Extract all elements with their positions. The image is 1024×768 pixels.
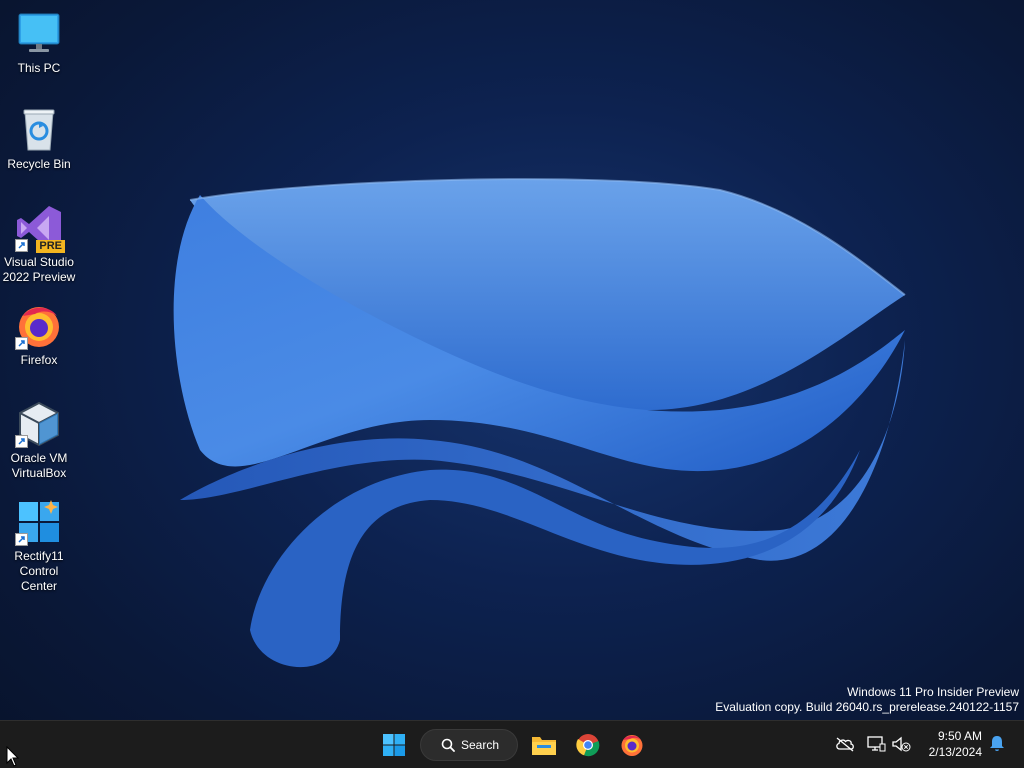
taskbar-clock[interactable]: 9:50 AM 2/13/2024	[929, 728, 982, 760]
tray-network[interactable]	[865, 733, 887, 755]
network-icon	[867, 736, 886, 752]
shortcut-arrow-icon	[15, 239, 28, 252]
taskbar: Search 9:50 AM 2/13/2024	[0, 720, 1024, 768]
desktop-icon-recycle-bin[interactable]: Recycle Bin	[2, 106, 76, 172]
wallpaper-bloom	[173, 178, 906, 668]
evaluation-watermark: Windows 11 Pro Insider Preview Evaluatio…	[715, 685, 1019, 715]
taskbar-firefox[interactable]	[613, 727, 651, 763]
search-label: Search	[461, 738, 500, 752]
desktop-icon-label: Control	[19, 564, 59, 578]
shortcut-arrow-icon	[15, 435, 28, 448]
watermark-build: Evaluation copy. Build 26040.rs_prerelea…	[715, 700, 1019, 714]
firefox-icon	[621, 735, 643, 756]
desktop-icon-rectify11[interactable]: Rectify11 Control Center	[2, 498, 76, 594]
monitor-icon	[15, 10, 63, 58]
windows-logo-icon	[383, 734, 405, 756]
tray-volume[interactable]	[890, 733, 912, 755]
taskbar-chrome[interactable]	[569, 727, 607, 763]
desktop-icon-label: 2022 Preview	[2, 270, 76, 284]
taskbar-file-explorer[interactable]	[525, 727, 563, 763]
firefox-icon	[15, 302, 63, 350]
shortcut-arrow-icon	[15, 533, 28, 546]
volume-muted-icon	[892, 736, 911, 752]
mouse-cursor-icon	[6, 746, 20, 767]
start-button[interactable]	[375, 727, 413, 763]
desktop-icon-label: Firefox	[20, 353, 58, 367]
desktop-icon-this-pc[interactable]: This PC	[2, 10, 76, 76]
virtualbox-icon	[15, 400, 63, 448]
tray-notifications[interactable]	[986, 733, 1008, 755]
notification-bell-icon	[990, 736, 1004, 751]
clock-time: 9:50 AM	[937, 729, 982, 743]
shortcut-arrow-icon	[15, 337, 28, 350]
onedrive-icon	[836, 737, 854, 752]
taskbar-search-box[interactable]: Search	[420, 729, 518, 761]
desktop-icon-label: Recycle Bin	[7, 157, 71, 171]
chrome-icon	[576, 734, 600, 757]
desktop-icon-label: Oracle VM	[10, 451, 68, 465]
desktop-icon-firefox[interactable]: Firefox	[2, 302, 76, 368]
search-icon	[441, 738, 455, 752]
file-explorer-icon	[532, 737, 556, 755]
desktop-icon-virtualbox[interactable]: Oracle VM VirtualBox	[2, 400, 76, 481]
pre-badge: PRE	[36, 240, 65, 253]
desktop-icon-label: Center	[20, 579, 58, 593]
visual-studio-icon: PRE	[15, 204, 65, 253]
desktop-icon-label: Visual Studio	[4, 255, 74, 269]
desktop-icon-label: VirtualBox	[11, 466, 67, 480]
desktop-icon-visual-studio[interactable]: PRE Visual Studio 2022 Preview	[2, 204, 76, 285]
watermark-edition: Windows 11 Pro Insider Preview	[847, 685, 1019, 699]
desktop-icon-label: This PC	[17, 61, 61, 75]
tray-onedrive[interactable]	[834, 733, 856, 755]
recycle-bin-icon	[15, 106, 63, 154]
clock-date: 2/13/2024	[928, 745, 982, 759]
desktop-icon-label: Rectify11	[14, 549, 64, 563]
rectify11-icon	[15, 498, 63, 546]
